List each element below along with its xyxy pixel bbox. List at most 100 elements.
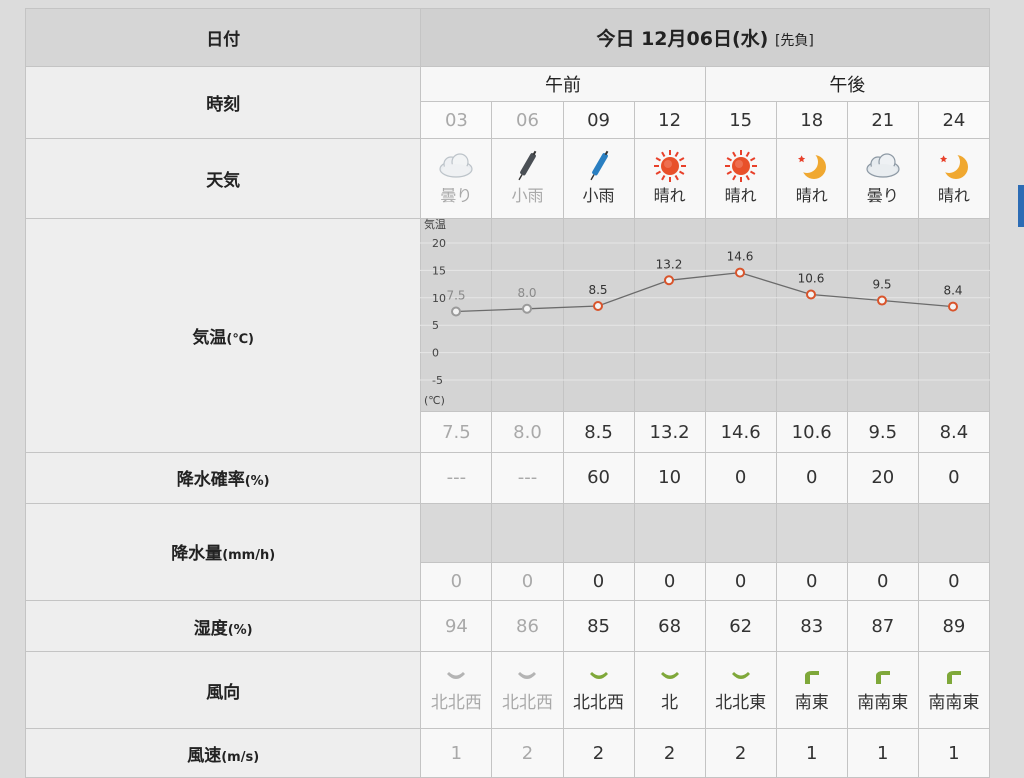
humidity-cell: 68: [633, 600, 706, 652]
temperature-unit: (℃): [226, 332, 254, 348]
temperature-value-cell: 7.5: [420, 411, 493, 453]
moon-icon: [937, 150, 968, 179]
weather-text: 曇り: [440, 185, 473, 205]
weather-text: 小雨: [511, 185, 544, 205]
precip-probability-cell: ---: [420, 451, 493, 504]
moon-icon: [795, 150, 826, 179]
date-row: 日付 今日 12月06日(水) [先負]: [24, 8, 990, 67]
temperature-value-cell: 14.6: [704, 411, 777, 453]
hour-cell: 03: [420, 101, 493, 139]
precip-probability-unit: (%): [244, 474, 270, 490]
temperature-tick-label: 5: [432, 319, 439, 332]
rain-graph-cell: [846, 502, 919, 563]
humidity-cell: 94: [420, 600, 493, 652]
precip-probability-row: 降水確率(%) --- --- 60 10 0 0 20 0: [24, 451, 991, 504]
wind-direction-cell: 北北西: [420, 650, 493, 730]
temperature-chart: 気温 (℃) 20 15 10 5 0 -5 7.5 8.0 8.5 13.2 14.6 10.6 9.5 8…: [420, 217, 990, 407]
wind-direction-cell: 南東: [775, 650, 848, 730]
humidity-unit: (%): [227, 622, 253, 638]
wind-arrow-icon: [660, 672, 679, 680]
wind-direction-cell: 北北東: [704, 650, 777, 730]
hour-cell: 09: [562, 101, 635, 139]
weather-cell: 晴れ: [775, 137, 848, 220]
humidity-row: 湿度(%) 94 86 85 68 62 83 87 89: [24, 600, 991, 652]
sun-icon: [653, 149, 686, 182]
wind-direction-cell: 北北西: [562, 650, 635, 730]
weather-text: 晴れ: [653, 185, 686, 205]
hour-cell: 21: [846, 101, 919, 139]
wind-direction-row: 風向 北北西 北北西 北北西北北北東 南東 南南東 南南東: [24, 650, 991, 730]
date-header: 今日 12月06日(水) [先負]: [420, 8, 990, 67]
weather-cell: 晴れ: [704, 137, 777, 220]
temperature-data-label: 9.5: [872, 278, 891, 292]
weather-text: 曇り: [866, 185, 899, 205]
temperature-axis-unit: (℃): [424, 394, 445, 407]
temperature-axis-title: 気温: [424, 217, 446, 231]
am-header: 午前: [420, 65, 706, 103]
temperature-point: [735, 267, 745, 278]
temperature-data-label: 7.5: [446, 289, 465, 303]
humidity-cell: 87: [846, 600, 919, 652]
wind-direction-text: 北北西: [501, 693, 553, 714]
temperature-point: [593, 301, 603, 312]
temperature-value-cell: 8.4: [917, 411, 991, 453]
temperature-data-label: 14.6: [727, 250, 754, 264]
wind-arrow-icon: [589, 672, 608, 680]
rain-amount-cell: 0: [775, 561, 848, 602]
temperature-data-label: 8.5: [588, 283, 607, 297]
umbrella-icon: [589, 150, 608, 180]
wind-speed-label-text: 風速: [187, 745, 222, 766]
weather-text: 晴れ: [795, 185, 828, 205]
humidity-cell: 86: [491, 600, 564, 652]
hour-cell: 18: [775, 101, 848, 139]
rain-graph-cell: [775, 502, 848, 563]
wind-speed-cell: 1: [420, 728, 493, 778]
rain-amount-label-text: 降水量: [171, 544, 223, 565]
weather-cell: 小雨: [491, 137, 564, 220]
humidity-label: 湿度(%): [24, 600, 422, 652]
wind-arrow-icon: [447, 672, 466, 680]
temperature-data-label: 8.0: [517, 286, 536, 300]
rain-graph-cell: [491, 502, 564, 563]
wind-speed-cell: 2: [704, 728, 777, 778]
wind-speed-cell: 2: [491, 728, 564, 778]
temperature-value-cell: 9.5: [846, 411, 919, 453]
rain-graph-cell: [704, 502, 777, 563]
wind-speed-cell: 2: [633, 728, 706, 778]
humidity-cell: 89: [917, 600, 991, 652]
weather-cell: 晴れ: [633, 137, 706, 220]
wind-arrow-icon: [518, 672, 537, 680]
weather-text: 小雨: [582, 185, 615, 205]
temperature-data-label: 13.2: [656, 257, 683, 271]
temperature-label-text: 気温: [192, 328, 227, 349]
precip-probability-cell: 60: [562, 451, 635, 504]
wind-arrow-icon: [804, 671, 819, 685]
rain-amount-cell: 0: [917, 561, 991, 602]
weather-label: 天気: [24, 137, 422, 220]
umbrella-icon: [518, 150, 537, 180]
wind-arrow-icon: [875, 671, 890, 685]
rain-graph-cell: [420, 502, 493, 563]
precip-probability-cell: 0: [917, 451, 991, 504]
wind-speed-cell: 2: [562, 728, 635, 778]
wind-direction-text: 北北西: [430, 693, 482, 714]
hour-cell: 24: [917, 101, 991, 139]
wind-direction-cell: 南南東: [846, 650, 919, 730]
weather-cell: 小雨: [562, 137, 635, 220]
temperature-value-cell: 10.6: [775, 411, 848, 453]
rain-graph-cell: [917, 502, 991, 563]
temperature-data-label: 10.6: [798, 272, 825, 286]
weather-cell: 曇り: [846, 137, 919, 220]
humidity-cell: 83: [775, 600, 848, 652]
temperature-point: [522, 303, 532, 314]
rain-amount-cell: 0: [562, 561, 635, 602]
hour-cell: 06: [491, 101, 564, 139]
rain-amount-cell: 0: [420, 561, 493, 602]
precip-probability-cell: 0: [704, 451, 777, 504]
wind-speed-row: 風速(m/s) 12222111: [24, 728, 991, 778]
date-text: 今日 12月06日(水): [596, 27, 769, 50]
wind-direction-cell: 南南東: [917, 650, 991, 730]
wind-speed-label: 風速(m/s): [24, 728, 422, 778]
temperature-data-label: 8.4: [943, 284, 962, 298]
weather-text: 晴れ: [937, 185, 970, 205]
